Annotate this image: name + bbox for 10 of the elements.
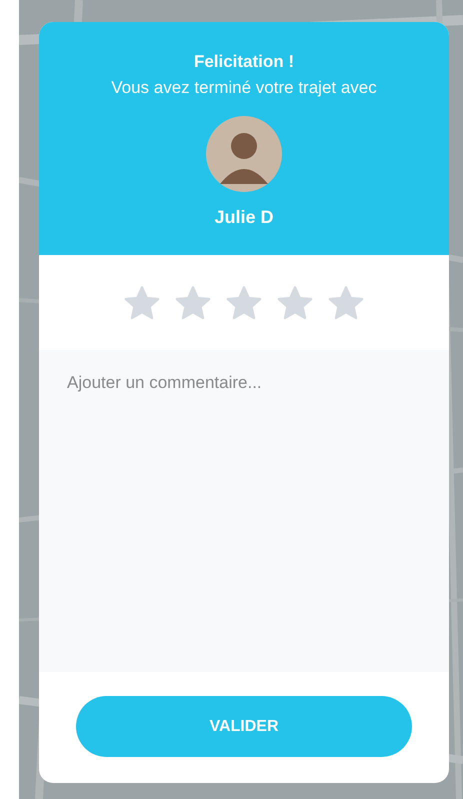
comment-field[interactable]: Ajouter un commentaire... <box>39 350 449 672</box>
star-icon[interactable] <box>327 284 365 320</box>
star-icon[interactable] <box>174 284 212 320</box>
driver-name: Julie D <box>214 206 274 229</box>
star-icon[interactable] <box>123 284 161 320</box>
dialog-message: Vous avez terminé votre trajet avec <box>111 77 377 99</box>
star-icon[interactable] <box>225 284 263 320</box>
submit-button[interactable]: VALIDER <box>76 696 412 757</box>
dialog-title: Felicitation ! <box>194 51 294 73</box>
star-icon[interactable] <box>276 284 314 320</box>
